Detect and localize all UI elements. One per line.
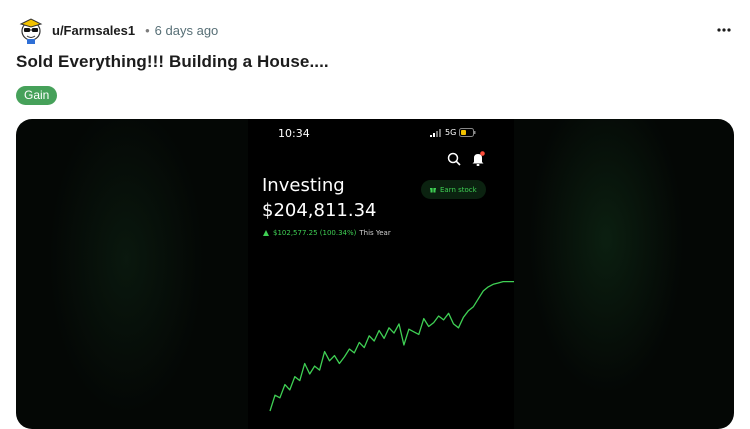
status-time: 10:34: [278, 127, 310, 140]
snoo-avatar-icon[interactable]: [16, 15, 46, 45]
portfolio-label: Investing: [262, 175, 345, 196]
up-arrow-icon: [263, 230, 269, 236]
earn-stock-label: Earn stock: [440, 185, 477, 194]
portfolio-series-line: [269, 280, 514, 412]
network-type: 5G: [445, 128, 457, 137]
more-options-icon[interactable]: [716, 22, 732, 38]
change-period: This Year: [359, 229, 391, 237]
bell-icon[interactable]: [471, 151, 485, 167]
search-icon[interactable]: [447, 152, 461, 166]
signal-icon: [430, 128, 441, 137]
meta-separator: •: [145, 22, 150, 38]
portfolio-value: $204,811.34: [262, 200, 377, 221]
flair-badge[interactable]: Gain: [16, 86, 58, 105]
gift-icon: [430, 186, 436, 193]
earn-stock-button[interactable]: Earn stock: [421, 180, 486, 199]
post-image[interactable]: 10:34 5G Investing $204,811.34 $102,577.…: [16, 119, 734, 429]
portfolio-line-chart: [269, 280, 514, 412]
post-title[interactable]: Sold Everything!!! Building a House....: [16, 52, 329, 72]
post-header: u/Farmsales1 • 6 days ago: [16, 14, 734, 46]
change-row: $102,577.25 (100.34%) This Year: [263, 229, 391, 237]
change-amount: $102,577.25 (100.34%): [273, 229, 357, 237]
author-username[interactable]: u/Farmsales1: [52, 23, 135, 38]
post-time-ago: 6 days ago: [154, 22, 219, 38]
status-indicators: 5G: [430, 128, 476, 137]
battery-icon: [459, 128, 476, 137]
